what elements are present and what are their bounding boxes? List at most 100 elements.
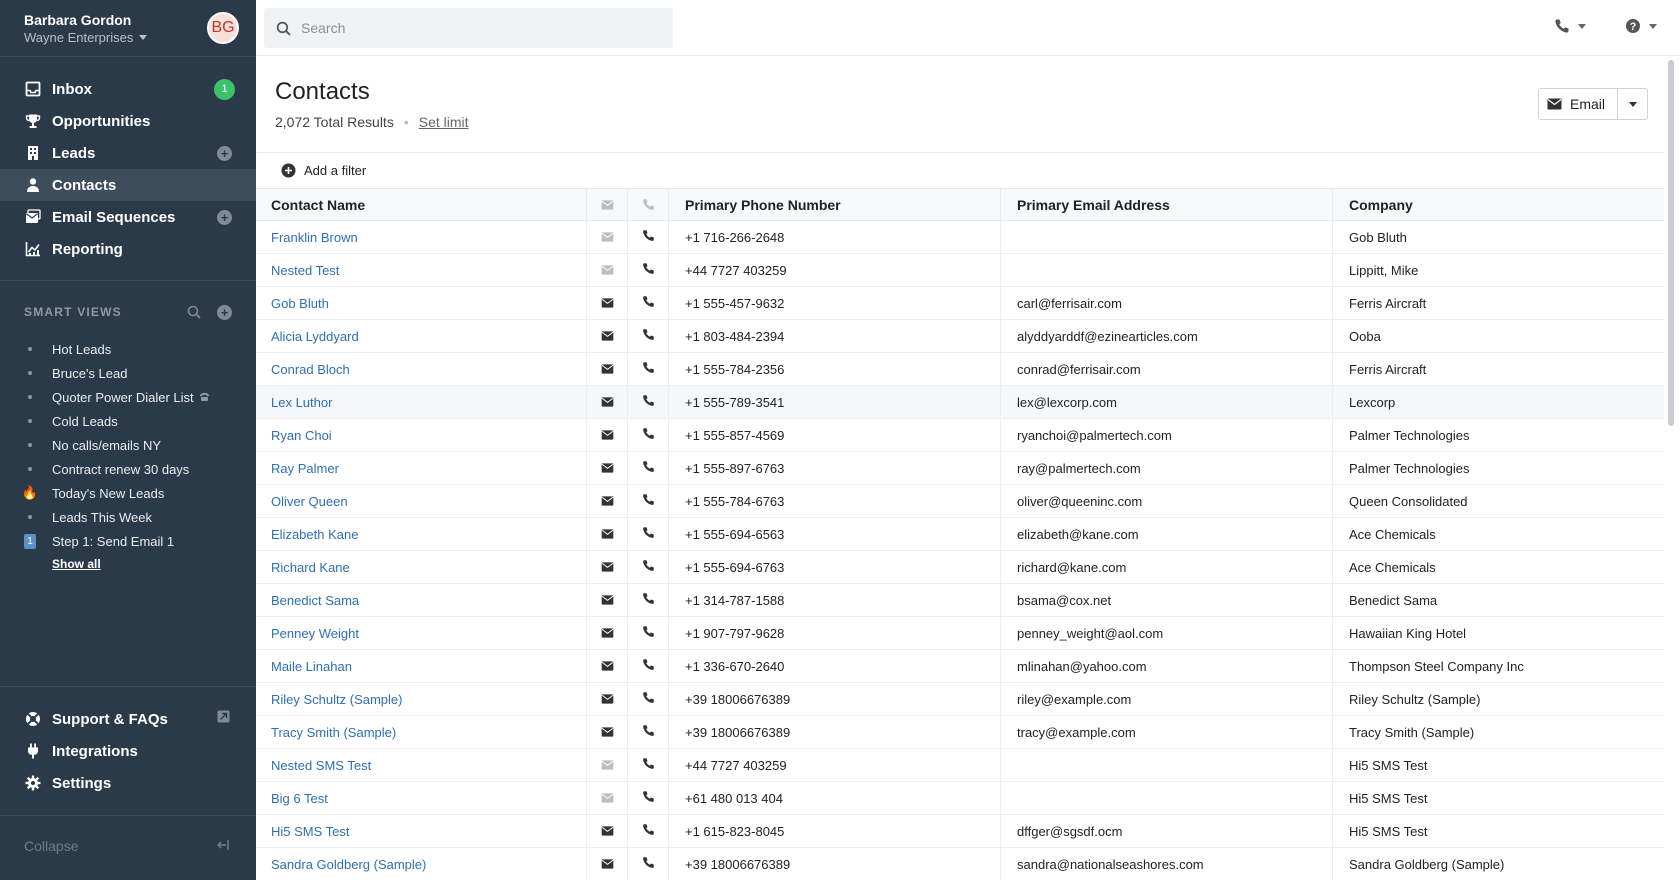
sidebar-item-reporting[interactable]: Reporting — [0, 233, 256, 265]
call-action-cell[interactable] — [628, 320, 669, 352]
call-action-cell[interactable] — [628, 815, 669, 847]
contact-name-link[interactable]: Nested SMS Test — [271, 758, 371, 773]
smart-view-item[interactable]: Hot Leads — [24, 337, 244, 361]
call-action-cell[interactable] — [628, 452, 669, 484]
contact-name-link[interactable]: Riley Schultz (Sample) — [271, 692, 403, 707]
smart-view-item[interactable]: 🔥 Today's New Leads — [22, 481, 244, 505]
table-row[interactable]: Oliver Queen +1 555-784-6763 oliver@queeni… — [256, 485, 1664, 518]
email-action-cell[interactable] — [587, 584, 628, 616]
email-action-cell[interactable] — [587, 551, 628, 583]
contact-name-link[interactable]: Nested Test — [271, 263, 339, 278]
email-action-cell[interactable] — [587, 419, 628, 451]
table-row[interactable]: Elizabeth Kane +1 555-694-6563 elizabeth@k… — [256, 518, 1664, 551]
email-action-cell[interactable] — [587, 650, 628, 682]
contact-name-link[interactable]: Sandra Goldberg (Sample) — [271, 857, 426, 872]
sidebar-item-integrations[interactable]: Integrations — [0, 735, 256, 767]
collapse-icon[interactable] — [216, 838, 230, 855]
table-row[interactable]: Franklin Brown +1 716-266-2648 Gob Bluth — [256, 221, 1664, 254]
call-action-cell[interactable] — [628, 254, 669, 286]
table-row[interactable]: Nested SMS Test +44 7727 403259 Hi5 SMS Te… — [256, 749, 1664, 782]
table-row[interactable]: Maile Linahan +1 336-670-2640 mlinahan@yah… — [256, 650, 1664, 683]
call-action-cell[interactable] — [628, 749, 669, 781]
email-action-cell[interactable] — [587, 683, 628, 715]
contact-name-link[interactable]: Ray Palmer — [271, 461, 339, 476]
contact-name-link[interactable]: Tracy Smith (Sample) — [271, 725, 396, 740]
email-action-cell[interactable] — [587, 221, 628, 253]
scrollbar[interactable] — [1668, 60, 1674, 426]
table-row[interactable]: Alicia Lyddyard +1 803-484-2394 alyddyardd… — [256, 320, 1664, 353]
contact-name-link[interactable]: Maile Linahan — [271, 659, 352, 674]
add-filter-button[interactable]: Add a filter — [281, 163, 366, 178]
sidebar-item-email-sequences[interactable]: Email Sequences + — [0, 201, 256, 233]
table-row[interactable]: Conrad Bloch +1 555-784-2356 conrad@ferris… — [256, 353, 1664, 386]
sidebar-item-support-faqs[interactable]: Support & FAQs — [0, 703, 256, 735]
email-action-cell[interactable] — [587, 287, 628, 319]
email-action-cell[interactable] — [587, 848, 628, 880]
call-action-cell[interactable] — [628, 353, 669, 385]
smart-views-search-icon[interactable] — [187, 305, 201, 324]
table-row[interactable]: Big 6 Test +61 480 013 404 Hi5 SMS Test — [256, 782, 1664, 815]
column-header-primary-email[interactable]: Primary Email Address — [1001, 189, 1333, 220]
email-action-cell[interactable] — [587, 617, 628, 649]
email-action-cell[interactable] — [587, 716, 628, 748]
contact-name-link[interactable]: Benedict Sama — [271, 593, 359, 608]
search-input[interactable] — [301, 20, 641, 36]
email-action-cell[interactable] — [587, 320, 628, 352]
contact-name-link[interactable]: Big 6 Test — [271, 791, 328, 806]
column-header-company[interactable]: Company — [1333, 189, 1664, 220]
smart-view-item[interactable]: 1 Step 1: Send Email 1 — [24, 529, 244, 553]
email-dropdown-button[interactable] — [1618, 89, 1647, 119]
call-action-cell[interactable] — [628, 617, 669, 649]
call-action-cell[interactable] — [628, 650, 669, 682]
email-action-cell[interactable] — [587, 749, 628, 781]
call-action-cell[interactable] — [628, 287, 669, 319]
email-action-cell[interactable] — [587, 815, 628, 847]
call-action-cell[interactable] — [628, 683, 669, 715]
contact-name-link[interactable]: Gob Bluth — [271, 296, 329, 311]
table-row[interactable]: Richard Kane +1 555-694-6763 richard@kane.… — [256, 551, 1664, 584]
smart-view-item[interactable]: Quoter Power Dialer List — [24, 385, 244, 409]
email-action-cell[interactable] — [587, 353, 628, 385]
collapse-button[interactable]: Collapse — [24, 838, 78, 854]
phone-menu-button[interactable] — [1554, 18, 1586, 34]
contact-name-link[interactable]: Alicia Lyddyard — [271, 329, 359, 344]
call-action-cell[interactable] — [628, 584, 669, 616]
table-row[interactable]: Riley Schultz (Sample) +39 18006676389 ril… — [256, 683, 1664, 716]
email-button[interactable]: Email — [1539, 89, 1619, 119]
org-switcher[interactable]: Wayne Enterprises — [24, 29, 148, 46]
contact-name-link[interactable]: Hi5 SMS Test — [271, 824, 350, 839]
call-action-cell[interactable] — [628, 221, 669, 253]
table-row[interactable]: Nested Test +44 7727 403259 Lippitt, Mike — [256, 254, 1664, 287]
show-all-smart-views-link[interactable]: Show all — [52, 553, 244, 575]
contact-name-link[interactable]: Penney Weight — [271, 626, 359, 641]
contact-name-link[interactable]: Oliver Queen — [271, 494, 348, 509]
add-smart-view-icon[interactable]: + — [217, 305, 232, 320]
column-header-email-status[interactable] — [587, 189, 628, 220]
email-action-cell[interactable] — [587, 485, 628, 517]
contact-name-link[interactable]: Conrad Bloch — [271, 362, 350, 377]
column-header-contact-name[interactable]: Contact Name — [256, 189, 587, 220]
smart-view-item[interactable]: Contract renew 30 days — [24, 457, 244, 481]
sidebar-item-leads[interactable]: Leads + — [0, 137, 256, 169]
table-row[interactable]: Ray Palmer +1 555-897-6763 ray@palmertech.… — [256, 452, 1664, 485]
table-row[interactable]: Tracy Smith (Sample) +39 18006676389 tracy… — [256, 716, 1664, 749]
call-action-cell[interactable] — [628, 386, 669, 418]
call-action-cell[interactable] — [628, 419, 669, 451]
call-action-cell[interactable] — [628, 716, 669, 748]
call-action-cell[interactable] — [628, 848, 669, 880]
smart-view-item[interactable]: No calls/emails NY — [24, 433, 244, 457]
call-action-cell[interactable] — [628, 551, 669, 583]
sidebar-item-inbox[interactable]: Inbox 1 — [0, 73, 256, 105]
contact-name-link[interactable]: Lex Luthor — [271, 395, 332, 410]
table-row[interactable]: Penney Weight +1 907-797-9628 penney_weigh… — [256, 617, 1664, 650]
email-action-cell[interactable] — [587, 518, 628, 550]
set-limit-link[interactable]: Set limit — [419, 114, 469, 130]
call-action-cell[interactable] — [628, 782, 669, 814]
contact-name-link[interactable]: Ryan Choi — [271, 428, 332, 443]
sidebar-item-opportunities[interactable]: Opportunities — [0, 105, 256, 137]
table-row[interactable]: Lex Luthor +1 555-789-3541 lex@lexcorp.com… — [256, 386, 1664, 419]
email-action-cell[interactable] — [587, 452, 628, 484]
email-action-cell[interactable] — [587, 386, 628, 418]
table-row[interactable]: Ryan Choi +1 555-857-4569 ryanchoi@palmert… — [256, 419, 1664, 452]
table-row[interactable]: Benedict Sama +1 314-787-1588 bsama@cox.ne… — [256, 584, 1664, 617]
